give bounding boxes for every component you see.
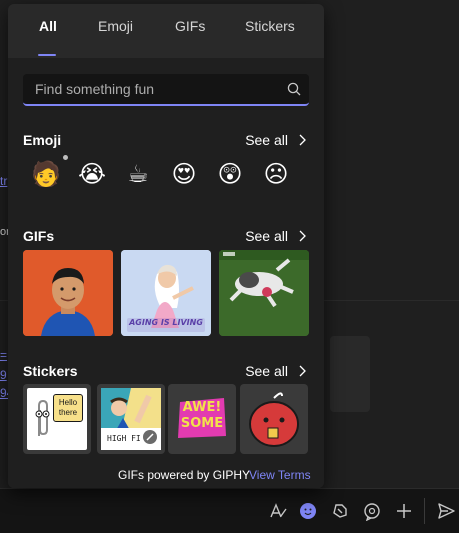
active-tab-indicator xyxy=(38,54,56,56)
search-icon[interactable] xyxy=(287,82,301,96)
emoji-section-title: Emoji xyxy=(23,132,62,148)
gif-man-cartoon[interactable] xyxy=(23,250,113,336)
loop-icon[interactable] xyxy=(326,497,354,525)
see-all-label: See all xyxy=(245,228,288,244)
tab-stickers[interactable]: Stickers xyxy=(245,18,295,44)
red-blob-image xyxy=(249,392,299,447)
awesome-text-bottom: SOME xyxy=(180,416,224,431)
search-input[interactable] xyxy=(23,74,273,104)
gif-dog-lying-on-grass[interactable] xyxy=(219,250,309,336)
dog-on-grass-image xyxy=(219,250,309,336)
tab-all[interactable]: All xyxy=(39,18,57,44)
gifs-section-title: GIFs xyxy=(23,228,55,244)
sticker-awesome[interactable]: AWE! SOME xyxy=(168,384,236,454)
gifs-see-all-button[interactable]: See all xyxy=(245,228,306,244)
gif-caption: AGING IS LIVING xyxy=(129,318,203,327)
format-icon[interactable] xyxy=(264,497,292,525)
emoji-icon[interactable] xyxy=(294,497,322,525)
compose-toolbar xyxy=(0,488,459,533)
stickers-see-all-button[interactable]: See all xyxy=(245,363,306,379)
see-all-label: See all xyxy=(245,132,288,148)
person-emoji[interactable]: 🧑 xyxy=(30,158,62,190)
hot-beverage-emoji[interactable]: ☕ xyxy=(122,158,154,190)
search-box xyxy=(23,74,309,106)
tab-gifs[interactable]: GIFs xyxy=(175,18,205,44)
see-all-label: See all xyxy=(245,363,288,379)
man-cartoon-image xyxy=(23,250,113,336)
chevron-right-icon xyxy=(299,230,306,242)
picker-content: Emoji See all 🧑 😭 ☕ 😍 😲 ☹ GIFs See all xyxy=(8,58,324,488)
sticker-high-five[interactable]: HIGH FI xyxy=(97,384,165,454)
high-five-image xyxy=(101,388,161,432)
astonished-face-emoji[interactable]: 😲 xyxy=(214,158,246,190)
awesome-text-top: AWE! xyxy=(182,400,222,415)
frowning-face-emoji[interactable]: ☹ xyxy=(260,158,292,190)
add-icon[interactable] xyxy=(390,497,418,525)
picker-footer: GIFs powered by GIPHY View Terms xyxy=(8,466,324,486)
tab-emoji[interactable]: Emoji xyxy=(98,18,133,44)
stickers-section-title: Stickers xyxy=(23,363,78,379)
toolbar-separator xyxy=(424,498,425,524)
gif-aging-is-living[interactable]: AGING IS LIVING xyxy=(121,250,211,336)
paperclip-icon xyxy=(35,399,50,436)
emoji-gif-sticker-picker: All Emoji GIFs Stickers Emoji See all 🧑 … xyxy=(8,4,324,488)
view-terms-link[interactable]: View Terms xyxy=(249,468,311,482)
copilot-icon[interactable] xyxy=(358,497,386,525)
chat-link-fragment[interactable]: tr xyxy=(0,174,7,188)
chat-link-fragment[interactable]: = xyxy=(0,348,7,362)
emoji-see-all-button[interactable]: See all xyxy=(245,132,306,148)
emoji-skin-tone-dot[interactable] xyxy=(63,155,68,160)
picker-tabs: All Emoji GIFs Stickers xyxy=(8,4,324,58)
chevron-right-icon xyxy=(299,134,306,146)
chat-link-fragment[interactable]: 9 xyxy=(0,368,7,382)
giphy-attribution: GIFs powered by GIPHY xyxy=(118,468,251,482)
heart-eyes-emoji[interactable]: 😍 xyxy=(168,158,200,190)
sticker-red-blob[interactable] xyxy=(240,384,308,454)
loudly-crying-face-emoji[interactable]: 😭 xyxy=(76,158,108,190)
chevron-right-icon xyxy=(299,365,306,377)
speech-bubble: Hello there xyxy=(53,394,83,422)
edit-pencil-icon xyxy=(143,430,157,444)
sticker-clippy-hello[interactable]: Hello there xyxy=(23,384,91,454)
send-icon[interactable] xyxy=(432,497,459,525)
chat-message-card xyxy=(330,336,370,412)
